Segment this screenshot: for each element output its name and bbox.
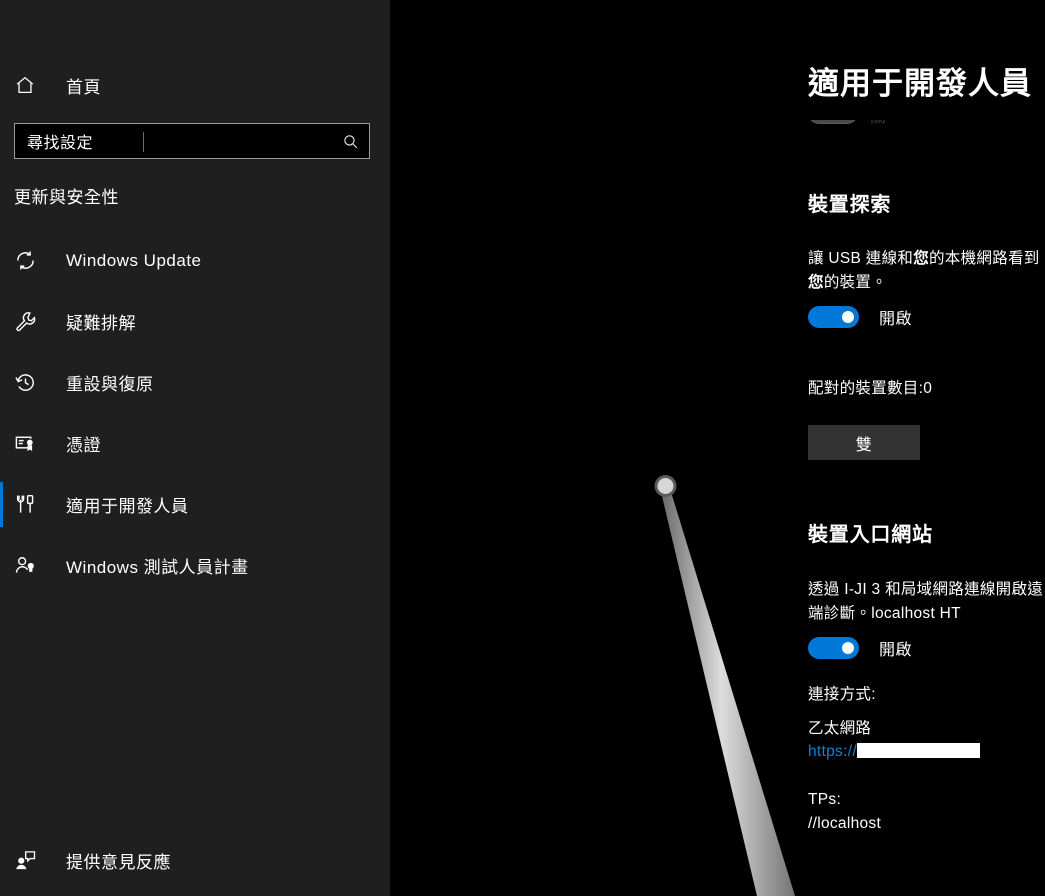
sidebar-category-label: 更新與安全性	[14, 188, 119, 207]
sidebar-item-windows-insider-program[interactable]: Windows 測試人員計畫	[0, 535, 390, 596]
desc-part: 讓 USB 連線和	[808, 250, 914, 267]
paired-device-count: 配對的裝置數目:0	[808, 380, 933, 397]
device-discovery-toggle[interactable]	[808, 306, 859, 328]
connection-type-value: 乙太網路	[808, 720, 872, 737]
clipped-toggle-above[interactable]: 關	[808, 120, 886, 126]
sidebar-item-label: 疑難排解	[66, 314, 136, 333]
tools-icon	[14, 493, 44, 516]
sidebar-item-label: Windows 測試人員計畫	[66, 558, 249, 577]
insider-person-icon	[14, 554, 44, 577]
main-content: 適用于開發人員 關 裝置探索 讓 USB 連線和您的本機網路看到您的裝置。 開啟…	[390, 0, 1045, 896]
sidebar-item-label: 憑證	[66, 436, 101, 455]
device-discovery-toggle-label: 開啟	[879, 311, 913, 328]
toggle-knob	[842, 642, 854, 654]
desc-emphasis: 您	[913, 250, 929, 267]
certificate-icon	[14, 432, 44, 455]
device-portal-description: 透過 I-JI 3 和局域網路連線開啟遠端診斷。localhost HT	[808, 581, 1044, 622]
sidebar-item-windows-update[interactable]: Windows Update	[0, 230, 390, 291]
settings-scroll-area[interactable]: 關 裝置探索 讓 USB 連線和您的本機網路看到您的裝置。 開啟 配對的裝置數目…	[390, 120, 1045, 896]
desc-part: 的裝置。	[823, 274, 888, 291]
sidebar-item-troubleshoot[interactable]: 疑難排解	[0, 291, 390, 352]
redaction-bar	[856, 743, 980, 758]
page-title: 適用于開發人員	[808, 66, 1032, 101]
sidebar-item-for-developers[interactable]: 適用于開發人員	[0, 474, 390, 535]
search-icon[interactable]	[342, 133, 359, 150]
toggle-track[interactable]	[808, 120, 858, 124]
toggle-knob	[842, 311, 854, 323]
sidebar-item-certificate[interactable]: 憑證	[0, 413, 390, 474]
search-input-value: 尋找設定	[27, 135, 94, 152]
device-portal-toggle-label: 開啟	[879, 642, 913, 659]
pair-device-button[interactable]: 雙	[808, 425, 920, 460]
sidebar-nav: Windows Update 疑難排解 重設與復原 憑證 適用于開發人員 Win…	[0, 230, 390, 596]
device-discovery-description: 讓 USB 連線和您的本機網路看到您的裝置。	[808, 247, 1045, 295]
sync-icon	[14, 249, 44, 272]
section-device-portal: 裝置入口網站 透過 I-JI 3 和局域網路連線開啟遠端診斷。localhost…	[808, 518, 1045, 836]
device-discovery-heading: 裝置探索	[808, 194, 892, 216]
wrench-icon	[14, 310, 44, 333]
device-portal-link[interactable]: https://	[808, 743, 857, 760]
section-device-discovery: 裝置探索 讓 USB 連線和您的本機網路看到您的裝置。 開啟 配對的裝置數目:0…	[808, 188, 1045, 460]
history-clock-icon	[14, 371, 44, 394]
tps-label: TPs:	[808, 791, 842, 808]
search-input[interactable]: 尋找設定	[14, 123, 370, 159]
device-portal-url-row: https://	[808, 743, 1045, 761]
sidebar-feedback-label: 提供意見反應	[66, 852, 171, 872]
selection-indicator	[0, 482, 3, 527]
connect-method-label: 連接方式:	[808, 686, 876, 703]
tps-value: //localhost	[808, 815, 882, 832]
sidebar-home-label: 首頁	[66, 77, 101, 97]
sidebar-item-label: 適用于開發人員	[66, 497, 189, 516]
feedback-person-icon	[14, 849, 44, 872]
device-portal-heading: 裝置入口網站	[808, 524, 933, 546]
sidebar-item-label: 重設與復原	[66, 375, 154, 394]
home-icon	[14, 74, 44, 96]
sidebar: 首頁 尋找設定 更新與安全性 Windows Update 疑難排解 重設與復原…	[0, 0, 390, 896]
device-portal-toggle-row: 開啟	[808, 636, 1045, 660]
device-discovery-toggle-row: 開啟	[808, 305, 1045, 329]
clipped-toggle-label: 關	[870, 120, 886, 127]
desc-part: 的本機網路看到	[929, 250, 1040, 267]
search-text-caret	[143, 132, 144, 152]
sidebar-item-reset-recovery[interactable]: 重設與復原	[0, 352, 390, 413]
desc-emphasis: 您	[808, 274, 824, 291]
sidebar-item-feedback[interactable]: 提供意見反應	[0, 840, 171, 880]
sidebar-item-label: Windows Update	[66, 250, 202, 270]
sidebar-item-home[interactable]: 首頁	[0, 65, 390, 105]
device-portal-toggle[interactable]	[808, 637, 859, 659]
settings-window: 首頁 尋找設定 更新與安全性 Windows Update 疑難排解 重設與復原…	[0, 0, 1045, 896]
